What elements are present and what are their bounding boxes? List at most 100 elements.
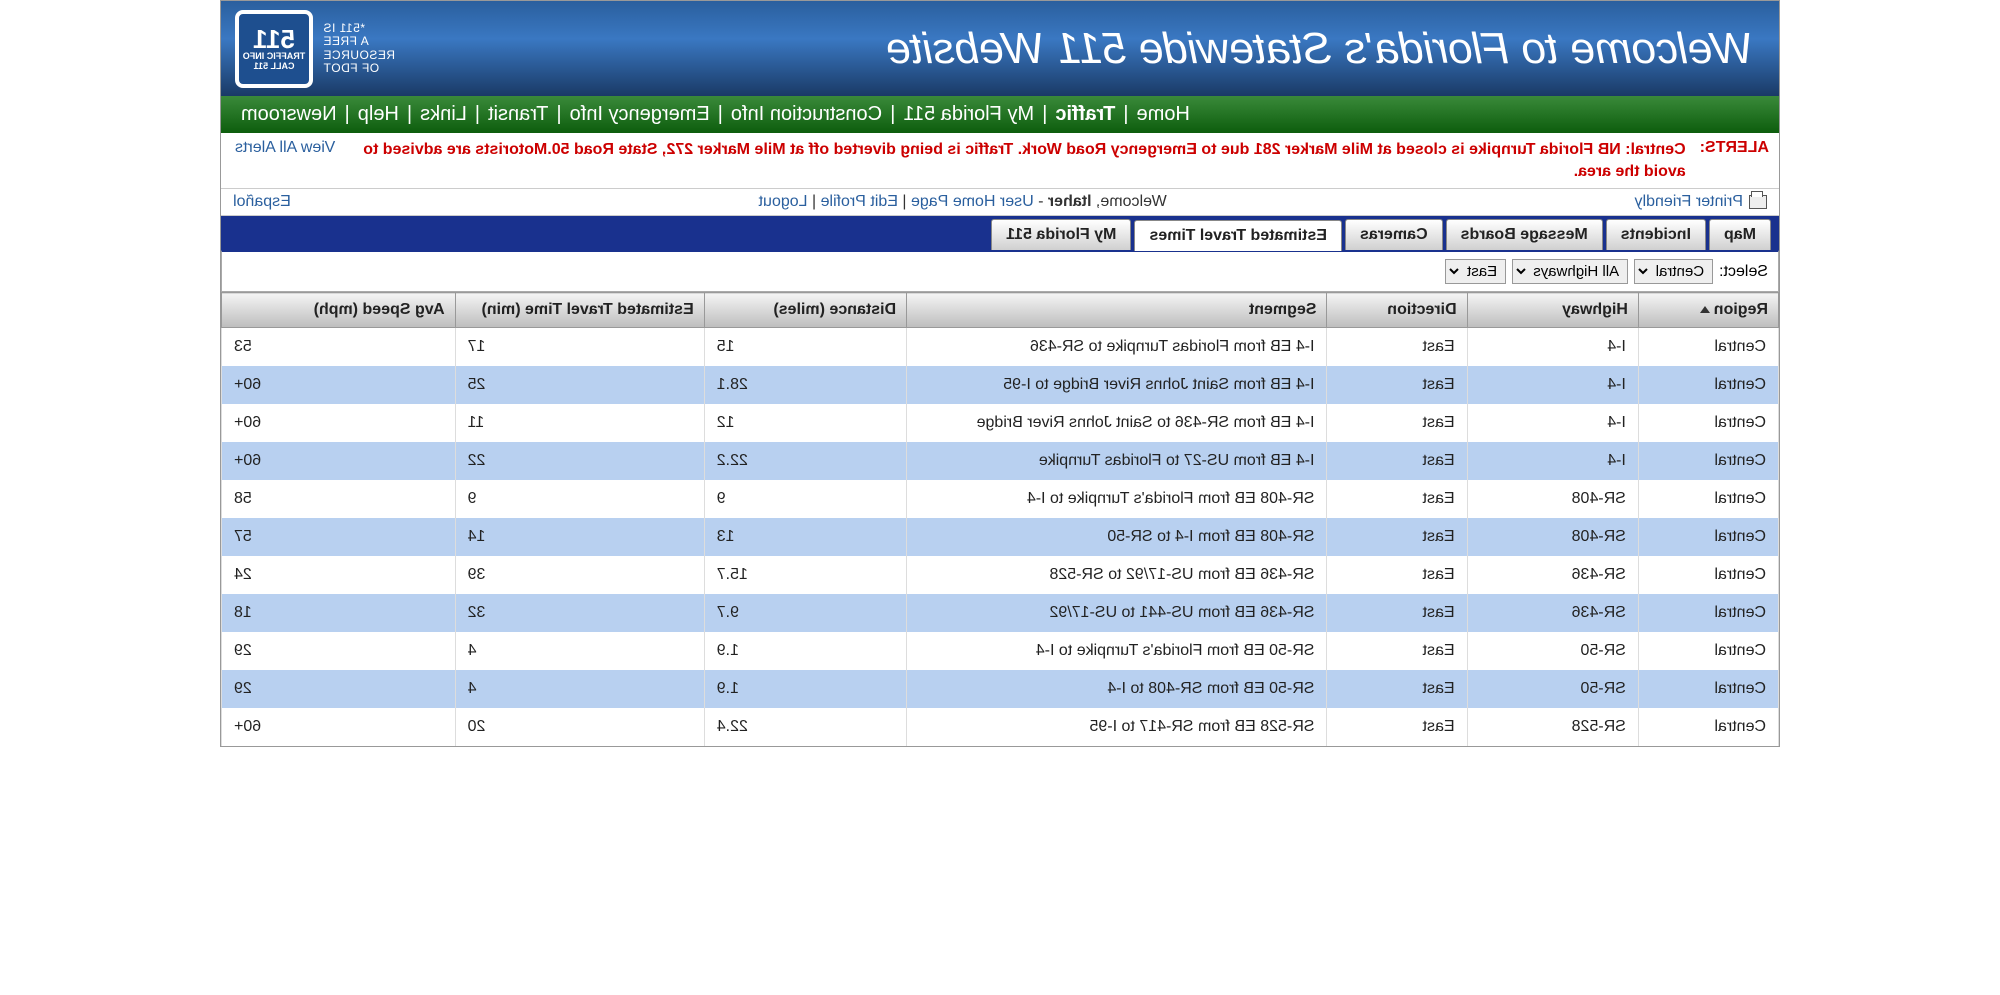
table-row: CentralSR-50EastSR-50 EB from Florida's … bbox=[222, 632, 1779, 670]
nav-item-newsroom[interactable]: Newsroom bbox=[235, 103, 343, 126]
alerts-row: ALERTS: Central: NB Florida Turnpike is … bbox=[221, 133, 1779, 189]
cell-speed: 58 bbox=[222, 480, 456, 518]
tab-strip: MapIncidentsMessage BoardsCamerasEstimat… bbox=[221, 219, 1779, 250]
cell-speed: 60+ bbox=[222, 708, 456, 746]
column-header-avg-speed-mph-[interactable]: Avg Speed (mph) bbox=[222, 293, 456, 328]
table-row: CentralSR-408EastSR-408 EB from Florida'… bbox=[222, 480, 1779, 518]
sign-number: 511 bbox=[253, 26, 295, 52]
tagline-line: RESOURCE bbox=[323, 49, 395, 62]
cell-region: Central bbox=[1638, 404, 1778, 442]
cell-ett: 17 bbox=[455, 328, 704, 367]
cell-segment: I-4 EB from Floridas Turnpike to SR-436 bbox=[907, 328, 1327, 367]
cell-speed: 18 bbox=[222, 594, 456, 632]
cell-direction: East bbox=[1327, 670, 1467, 708]
cell-speed: 60+ bbox=[222, 404, 456, 442]
nav-separator: | bbox=[473, 103, 482, 126]
nav-separator: | bbox=[1040, 103, 1049, 126]
table-row: CentralI-4EastI-4 EB from Floridas Turnp… bbox=[222, 328, 1779, 367]
tab-map[interactable]: Map bbox=[1709, 219, 1771, 250]
util-right: Español bbox=[233, 193, 291, 211]
cell-distance: 15 bbox=[704, 328, 906, 367]
cell-region: Central bbox=[1638, 670, 1778, 708]
nav-separator: | bbox=[716, 103, 725, 126]
cell-speed: 29 bbox=[222, 632, 456, 670]
direction-select[interactable]: East bbox=[1445, 259, 1506, 284]
cell-distance: 9 bbox=[704, 480, 906, 518]
cell-direction: East bbox=[1327, 366, 1467, 404]
nav-item-traffic[interactable]: Traffic bbox=[1049, 103, 1121, 126]
table-row: CentralI-4EastI-4 EB from Saint Johns Ri… bbox=[222, 366, 1779, 404]
cell-speed: 53 bbox=[222, 328, 456, 367]
column-header-estimated-travel-time-min-[interactable]: Estimated Travel Time (min) bbox=[455, 293, 704, 328]
highway-select[interactable]: All Highways bbox=[1512, 259, 1628, 284]
cell-direction: East bbox=[1327, 632, 1467, 670]
cell-speed: 57 bbox=[222, 518, 456, 556]
nav-item-emergency-info[interactable]: Emergency Info bbox=[564, 103, 716, 126]
nav-item-my-florida-511[interactable]: My Florida 511 bbox=[897, 103, 1040, 126]
tab-incidents[interactable]: Incidents bbox=[1606, 219, 1706, 250]
cell-direction: East bbox=[1327, 594, 1467, 632]
column-header-region[interactable]: Region bbox=[1638, 293, 1778, 328]
cell-distance: 22.4 bbox=[704, 708, 906, 746]
edit-profile-link[interactable]: Edit Profile bbox=[821, 193, 898, 210]
nav-item-links[interactable]: Links bbox=[414, 103, 473, 126]
table-row: CentralI-4EastI-4 EB from US-27 to Flori… bbox=[222, 442, 1779, 480]
cell-distance: 1.9 bbox=[704, 670, 906, 708]
travel-times-table: RegionHighwayDirectionSegmentDistance (m… bbox=[221, 292, 1779, 746]
nav-item-construction-info[interactable]: Construction Info bbox=[725, 103, 888, 126]
welcome-user: ltaher bbox=[1048, 193, 1092, 210]
cell-ett: 20 bbox=[455, 708, 704, 746]
cell-distance: 22.2 bbox=[704, 442, 906, 480]
alerts-label: ALERTS: bbox=[1690, 133, 1779, 188]
tab-message-boards[interactable]: Message Boards bbox=[1446, 219, 1603, 250]
cell-highway: SR-50 bbox=[1467, 670, 1638, 708]
sign-511-icon: 511 TRAFFIC INFO CALL 511 bbox=[235, 10, 313, 88]
nav-item-home[interactable]: Home bbox=[1131, 103, 1196, 126]
sign-bottom: CALL 511 bbox=[254, 62, 295, 72]
column-header-highway[interactable]: Highway bbox=[1467, 293, 1638, 328]
user-home-link[interactable]: User Home Page bbox=[911, 193, 1034, 210]
cell-ett: 14 bbox=[455, 518, 704, 556]
cell-speed: 29 bbox=[222, 670, 456, 708]
cell-highway: I-4 bbox=[1467, 366, 1638, 404]
nav-separator: | bbox=[554, 103, 563, 126]
main-nav: Home|Traffic|My Florida 511|Construction… bbox=[221, 96, 1779, 133]
alerts-text: Central: NB Florida Turnpike is closed a… bbox=[349, 133, 1689, 188]
tab-estimated-travel-times[interactable]: Estimated Travel Times bbox=[1134, 220, 1342, 251]
espanol-link[interactable]: Español bbox=[233, 193, 291, 210]
cell-speed: 60+ bbox=[222, 366, 456, 404]
cell-region: Central bbox=[1638, 632, 1778, 670]
tagline-line: A FREE bbox=[323, 35, 395, 48]
cell-region: Central bbox=[1638, 480, 1778, 518]
util-row: Printer Friendly Welcome, ltaher - User … bbox=[221, 189, 1779, 216]
cell-segment: SR-50 EB from Florida's Turnpike to I-4 bbox=[907, 632, 1327, 670]
tab-cameras[interactable]: Cameras bbox=[1345, 219, 1443, 250]
cell-region: Central bbox=[1638, 328, 1778, 367]
cell-highway: SR-408 bbox=[1467, 480, 1638, 518]
column-header-distance-miles-[interactable]: Distance (miles) bbox=[704, 293, 906, 328]
cell-distance: 9.7 bbox=[704, 594, 906, 632]
region-select[interactable]: Central bbox=[1634, 259, 1713, 284]
logout-link[interactable]: Logout bbox=[759, 193, 808, 210]
cell-highway: I-4 bbox=[1467, 442, 1638, 480]
cell-direction: East bbox=[1327, 708, 1467, 746]
welcome-sep: - bbox=[1034, 193, 1048, 210]
cell-region: Central bbox=[1638, 366, 1778, 404]
cell-distance: 15.7 bbox=[704, 556, 906, 594]
cell-ett: 9 bbox=[455, 480, 704, 518]
cell-region: Central bbox=[1638, 518, 1778, 556]
cell-distance: 12 bbox=[704, 404, 906, 442]
tab-my-florida-511[interactable]: My Florida 511 bbox=[991, 219, 1131, 250]
nav-item-help[interactable]: Help bbox=[352, 103, 405, 126]
cell-direction: East bbox=[1327, 480, 1467, 518]
cell-highway: I-4 bbox=[1467, 328, 1638, 367]
view-all-alerts-link[interactable]: View All Alerts bbox=[221, 133, 349, 188]
column-header-segment[interactable]: Segment bbox=[907, 293, 1327, 328]
column-header-direction[interactable]: Direction bbox=[1327, 293, 1467, 328]
printer-friendly-link[interactable]: Printer Friendly bbox=[1635, 193, 1743, 211]
cell-segment: SR-436 EB from US-17/92 to SR-528 bbox=[907, 556, 1327, 594]
cell-region: Central bbox=[1638, 556, 1778, 594]
cell-distance: 13 bbox=[704, 518, 906, 556]
table-row: CentralSR-436EastSR-436 EB from US-17/92… bbox=[222, 556, 1779, 594]
nav-item-transit[interactable]: Transit bbox=[482, 103, 554, 126]
